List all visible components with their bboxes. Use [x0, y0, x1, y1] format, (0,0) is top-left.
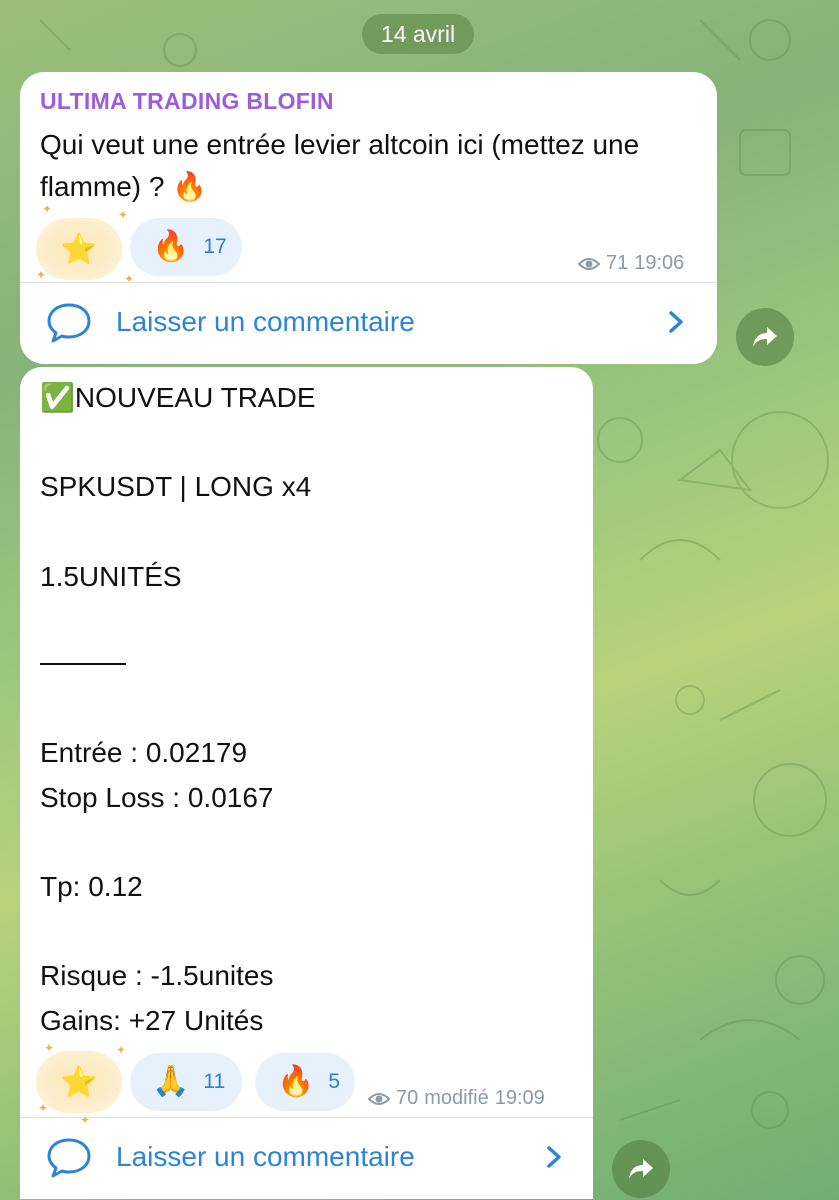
trade-gains: Gains: +27 Unités — [40, 1005, 264, 1036]
eye-icon — [368, 1092, 390, 1105]
channel-post[interactable]: ULTIMA TRADING BLOFIN Qui veut une entré… — [20, 72, 717, 364]
message-meta: 71 19:06 — [578, 252, 684, 275]
star-reaction[interactable]: ⭐ — [36, 218, 122, 280]
reaction-fire[interactable]: 🔥 17 — [130, 218, 242, 276]
reaction-fire[interactable]: 🔥 5 — [255, 1053, 355, 1111]
trade-entry: Entrée : 0.02179 — [40, 737, 248, 768]
message-time: 19:09 — [494, 1087, 545, 1109]
trade-title: ✅NOUVEAU TRADE — [40, 382, 316, 413]
comment-label: Laisser un commentaire — [116, 1141, 415, 1172]
divider — [20, 282, 717, 283]
speech-bubble-icon — [47, 303, 91, 343]
share-button[interactable] — [612, 1140, 670, 1198]
star-icon: ⭐ — [60, 1065, 98, 1099]
chevron-right-icon — [547, 1146, 561, 1168]
edited-label: modifié — [424, 1087, 489, 1109]
star-reaction[interactable]: ⭐ — [36, 1051, 122, 1113]
comment-label: Laisser un commentaire — [116, 306, 415, 337]
fire-icon: 🔥 — [277, 1065, 315, 1098]
leave-comment-button[interactable]: Laisser un commentaire — [20, 1119, 593, 1195]
message-time: 19:06 — [634, 252, 685, 274]
message-meta: 70 modifié 19:09 — [368, 1087, 545, 1110]
share-arrow-icon — [629, 1159, 653, 1179]
channel-post[interactable]: ✅NOUVEAU TRADE SPKUSDT | LONG x4 1.5UNIT… — [20, 367, 593, 1199]
reaction-count: 5 — [328, 1070, 341, 1093]
date-separator: 14 avril — [362, 14, 474, 54]
sender-name[interactable]: ULTIMA TRADING BLOFIN — [40, 88, 334, 115]
trade-pair: SPKUSDT | LONG x4 — [40, 471, 312, 502]
eye-icon — [578, 257, 600, 270]
text-separator — [40, 663, 126, 665]
trade-size: 1.5UNITÉS — [40, 561, 182, 592]
divider — [20, 1117, 593, 1118]
chevron-right-icon — [669, 311, 683, 333]
share-arrow-icon — [753, 327, 777, 347]
reaction-pray[interactable]: 🙏 11 — [130, 1053, 242, 1111]
view-count: 71 — [606, 252, 629, 274]
view-count: 70 — [396, 1087, 419, 1109]
message-text: Qui veut une entrée levier altcoin ici (… — [40, 129, 640, 202]
fire-icon: 🔥 — [152, 230, 190, 263]
praying-hands-icon: 🙏 — [152, 1065, 190, 1098]
reaction-count: 11 — [203, 1070, 226, 1093]
trade-risk: Risque : -1.5unites — [40, 960, 274, 991]
leave-comment-button[interactable]: Laisser un commentaire — [20, 284, 717, 360]
star-icon: ⭐ — [60, 232, 98, 266]
trade-take-profit: Tp: 0.12 — [40, 871, 143, 902]
speech-bubble-icon — [47, 1138, 91, 1178]
trade-stop-loss: Stop Loss : 0.0167 — [40, 782, 274, 813]
share-button[interactable] — [736, 308, 794, 366]
reaction-count: 17 — [203, 235, 227, 258]
